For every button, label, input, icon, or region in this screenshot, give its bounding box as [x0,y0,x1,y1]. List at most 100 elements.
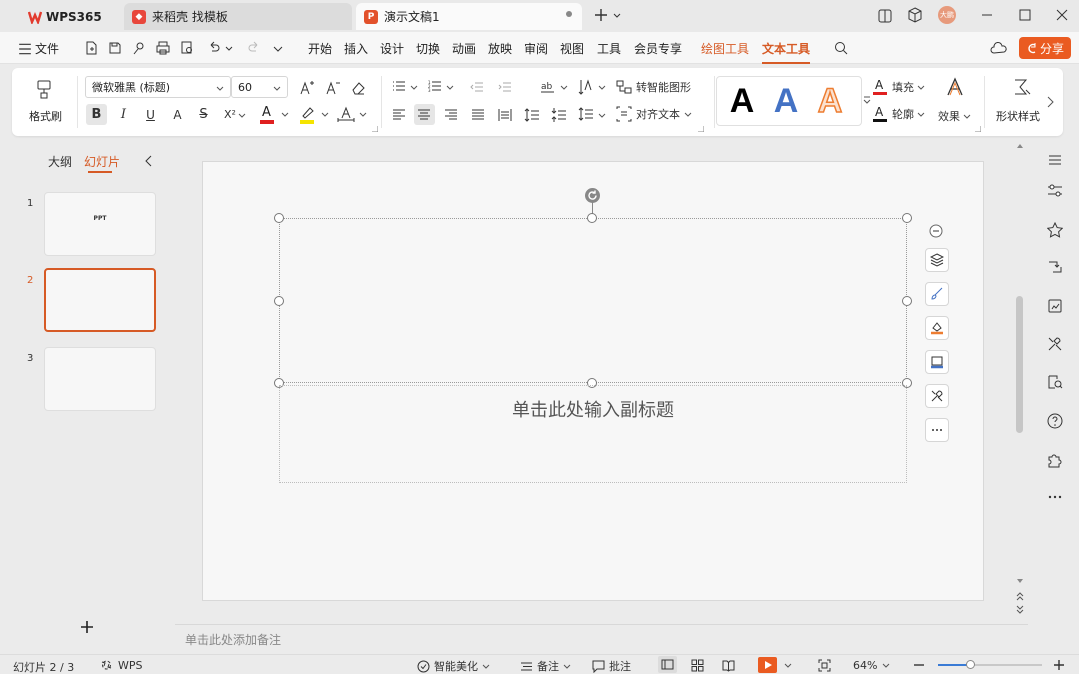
paragraph-spacing-icon[interactable] [551,107,567,123]
text-style-gallery[interactable]: A A A [716,76,862,126]
save-icon[interactable] [108,41,122,55]
wps-label[interactable]: WPS [118,659,143,672]
menu-view[interactable]: 视图 [560,40,584,57]
play-slideshow-button[interactable] [758,657,777,673]
title-placeholder-selected[interactable] [279,218,907,383]
font-size-select[interactable]: 60 [231,76,288,98]
align-center-button[interactable] [414,104,435,125]
cloud-icon[interactable] [990,41,1008,55]
sidebar-analysis-button[interactable] [1045,296,1065,316]
scroll-down-icon[interactable] [1016,577,1024,585]
zoom-in-icon[interactable] [1053,659,1065,671]
slide-sorter-icon[interactable] [691,659,704,672]
effects-button[interactable]: 效果 [938,108,971,124]
rotate-handle-icon[interactable] [584,187,601,204]
tab-outline[interactable]: 大纲 [48,153,72,170]
maximize-icon[interactable] [1018,8,1032,22]
chevron-down-icon[interactable] [784,661,792,669]
menu-drawing-tools[interactable]: 绘图工具 [701,40,749,57]
sidebar-adjust-button[interactable] [1045,181,1065,201]
zoom-out-icon[interactable] [913,659,925,671]
sidebar-tools-button[interactable] [1045,334,1065,354]
outline-button[interactable] [925,350,949,374]
menu-member[interactable]: 会员专享 [634,40,682,57]
gallery-expand-icon[interactable] [863,96,871,106]
increase-indent-icon[interactable] [498,80,512,94]
tab-docer-templates[interactable]: ◆ 来稻壳 找模板 [124,3,352,30]
tab-wps365[interactable]: WPS365 [20,3,118,30]
text-effects-icon[interactable] [945,77,965,97]
align-text-button[interactable]: 对齐文本 [616,106,692,122]
print-preview-icon[interactable] [180,41,194,55]
paragraph-dialog-launcher-icon[interactable] [698,126,704,132]
slide-thumbnail-2[interactable] [44,268,156,332]
notes-toggle-button[interactable]: 备注 [520,658,571,674]
align-left-icon[interactable] [392,108,406,122]
distribute-icon[interactable] [498,108,512,122]
resize-handle[interactable] [902,296,912,306]
text-style-dialog-launcher-icon[interactable] [975,126,981,132]
avatar[interactable]: 大鹏 [938,6,956,24]
slide-thumbnail-3[interactable] [44,347,156,411]
bold-button[interactable]: B [86,104,107,125]
zoom-slider-handle[interactable] [966,660,975,669]
sidebar-search-button[interactable] [1045,372,1065,392]
chevron-down-icon[interactable] [882,661,890,669]
resize-handle[interactable] [902,213,912,223]
sidebar-star-button[interactable] [1045,220,1065,240]
shape-style-label[interactable]: 形状样式 [996,108,1040,124]
collapse-panel-icon[interactable] [144,155,154,167]
undo-icon[interactable] [207,41,221,55]
menu-design[interactable]: 设计 [380,40,404,57]
tab-presentation1[interactable]: P 演示文稿1 [356,3,582,30]
notes-placeholder[interactable]: 单击此处添加备注 [185,631,281,648]
text-style-blue[interactable]: A [769,81,803,121]
italic-button[interactable]: I [113,104,134,125]
format-painter-icon[interactable] [34,78,56,100]
slide-thumbnail-1[interactable]: PPT [44,192,156,256]
redo-icon[interactable] [247,41,261,55]
decrease-indent-icon[interactable] [470,80,484,94]
menu-insert[interactable]: 插入 [344,40,368,57]
format-painter-label[interactable]: 格式刷 [29,108,62,124]
style-brush-button[interactable] [925,282,949,306]
text-shadow-button[interactable]: A [167,104,188,125]
menu-text-tools[interactable]: 文本工具 [762,40,811,64]
search-icon[interactable] [834,41,848,55]
text-fill-button[interactable]: A 填充 [872,78,925,95]
spacing-menu-button[interactable] [578,106,608,124]
highlight-button[interactable] [299,104,333,125]
minus-circle-icon[interactable] [929,224,943,238]
close-icon[interactable] [1055,8,1069,22]
more-button[interactable] [925,418,949,442]
menu-file[interactable]: 文件 [35,40,59,57]
zoom-level[interactable]: 64% [853,659,877,672]
numbering-button[interactable]: 123 [428,79,458,97]
font-color-button[interactable]: A [259,104,293,125]
menu-tools[interactable]: 工具 [597,40,621,57]
resize-handle[interactable] [587,213,597,223]
cube-icon[interactable] [907,7,923,23]
menu-animation[interactable]: 动画 [452,40,476,57]
text-outline-button[interactable]: A 轮廓 [872,105,925,122]
menu-slideshow[interactable]: 放映 [488,40,512,57]
layout-icon[interactable] [877,8,893,24]
comments-button[interactable]: 批注 [592,658,631,674]
line-spacing-icon[interactable] [524,107,540,123]
hamburger-icon[interactable] [18,42,32,56]
new-tab-button[interactable] [594,8,622,22]
shape-style-icon[interactable] [1012,77,1032,97]
normal-view-button[interactable] [658,656,677,673]
menu-transition[interactable]: 切换 [416,40,440,57]
decrease-font-icon[interactable] [325,80,341,96]
previous-slide-icon[interactable] [1015,591,1025,601]
menu-review[interactable]: 审阅 [524,40,548,57]
sidebar-menu-button[interactable] [1045,150,1065,170]
reading-view-icon[interactable] [722,659,735,672]
bullets-button[interactable] [392,79,422,97]
text-style-black[interactable]: A [725,81,759,121]
sidebar-more-button[interactable] [1045,487,1065,507]
sidebar-help-button[interactable] [1045,411,1065,431]
share-button[interactable]: 分享 [1019,37,1071,59]
font-dialog-launcher-icon[interactable] [372,126,378,132]
